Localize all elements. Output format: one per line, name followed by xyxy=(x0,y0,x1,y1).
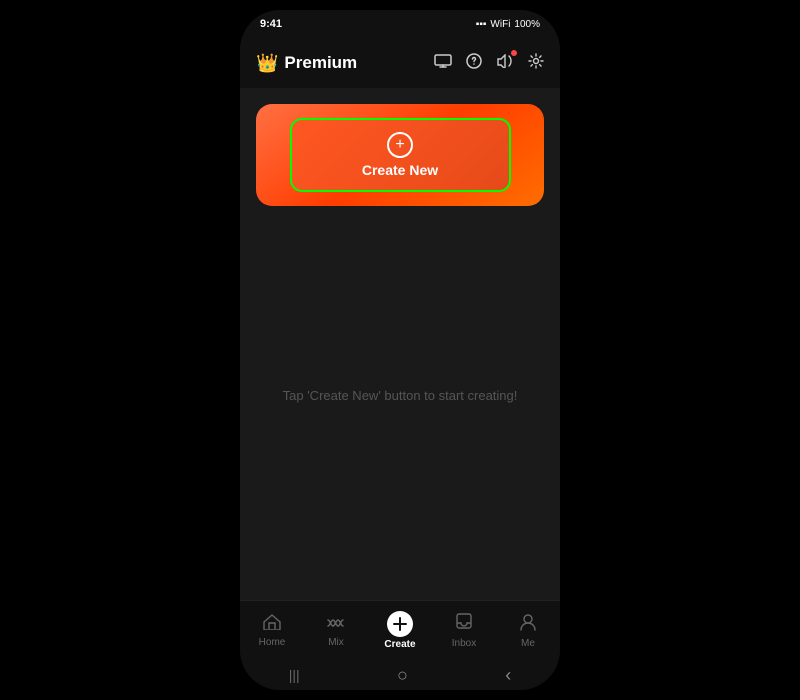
screen-icon[interactable] xyxy=(434,53,452,73)
battery-icon: 100% xyxy=(514,19,540,30)
nav-item-inbox[interactable]: Inbox xyxy=(432,613,496,649)
home-button[interactable]: ○ xyxy=(397,665,408,686)
nav-item-home[interactable]: Home xyxy=(240,614,304,648)
inbox-icon xyxy=(456,613,472,636)
header-icons xyxy=(434,53,544,74)
main-content: + Create New Tap 'Create New' button to … xyxy=(240,88,560,600)
wifi-icon: WiFi xyxy=(490,19,510,30)
sound-icon[interactable] xyxy=(496,53,514,73)
help-icon[interactable] xyxy=(466,53,482,74)
create-nav-icon xyxy=(387,611,413,637)
empty-state-message: Tap 'Create New' button to start creatin… xyxy=(283,388,518,403)
bottom-nav: Home Mix Create xyxy=(240,600,560,660)
home-icon xyxy=(263,614,281,635)
system-nav: ||| ○ ‹ xyxy=(240,660,560,690)
create-new-button[interactable]: + Create New xyxy=(290,118,511,192)
nav-item-mix[interactable]: Mix xyxy=(304,614,368,648)
status-time: 9:41 xyxy=(260,18,282,30)
inbox-label: Inbox xyxy=(452,638,476,649)
me-icon xyxy=(520,613,536,636)
status-icons: ▪▪▪ WiFi 100% xyxy=(476,19,540,30)
menu-button[interactable]: ||| xyxy=(289,667,300,683)
home-label: Home xyxy=(259,637,286,648)
status-bar: 9:41 ▪▪▪ WiFi 100% xyxy=(240,10,560,38)
top-nav: 👑 Premium xyxy=(240,38,560,88)
settings-icon[interactable] xyxy=(528,53,544,74)
app-title: Premium xyxy=(284,53,357,73)
phone-frame: 9:41 ▪▪▪ WiFi 100% 👑 Premium xyxy=(240,10,560,690)
nav-item-me[interactable]: Me xyxy=(496,613,560,649)
crown-icon: 👑 xyxy=(256,53,278,74)
plus-circle-icon: + xyxy=(387,132,413,158)
create-button-label: Create New xyxy=(362,162,438,178)
back-button[interactable]: ‹ xyxy=(505,665,511,686)
create-nav-label: Create xyxy=(384,639,415,650)
empty-state: Tap 'Create New' button to start creatin… xyxy=(283,206,518,584)
mix-label: Mix xyxy=(328,637,344,648)
nav-item-create[interactable]: Create xyxy=(368,611,432,650)
mix-icon xyxy=(326,614,346,635)
create-button-wrapper: + Create New xyxy=(256,104,544,206)
sound-dot xyxy=(511,50,517,56)
signal-icon: ▪▪▪ xyxy=(476,19,487,30)
app-title-section: 👑 Premium xyxy=(256,53,357,74)
me-label: Me xyxy=(521,638,535,649)
